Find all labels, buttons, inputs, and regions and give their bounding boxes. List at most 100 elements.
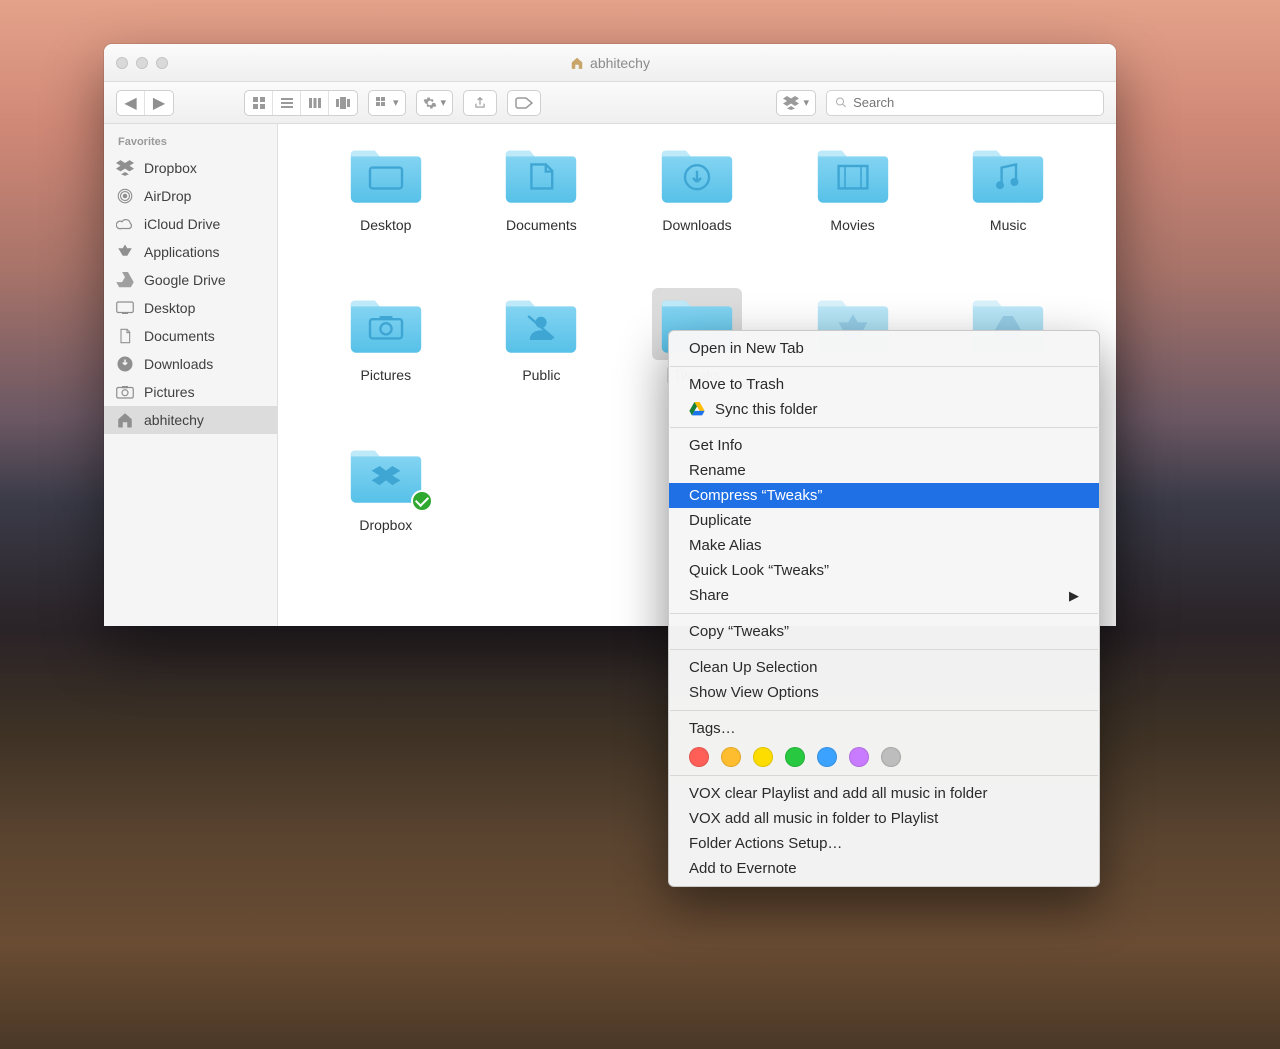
- tag-dot[interactable]: [881, 747, 901, 767]
- coverflow-view-button[interactable]: [329, 91, 357, 115]
- menu-item-label: Clean Up Selection: [689, 659, 817, 676]
- menu-item-copy-tweaks[interactable]: Copy “Tweaks”: [669, 619, 1099, 644]
- share-button[interactable]: [463, 90, 497, 116]
- documents-icon: [116, 327, 134, 345]
- menu-item-sync-this-folder[interactable]: Sync this folder: [669, 397, 1099, 422]
- menu-item-label: Tags…: [689, 720, 736, 737]
- tag-dot[interactable]: [817, 747, 837, 767]
- menu-item-share[interactable]: Share▶: [669, 583, 1099, 608]
- menu-item-compress-tweaks[interactable]: Compress “Tweaks”: [669, 483, 1099, 508]
- folder-downloads[interactable]: Downloads: [619, 138, 775, 288]
- folder-icon: [341, 288, 431, 360]
- back-button[interactable]: ◀: [117, 91, 145, 115]
- sidebar-item-label: abhitechy: [144, 412, 204, 428]
- folder-icon: [652, 138, 742, 210]
- traffic-lights: [116, 57, 168, 69]
- menu-item-make-alias[interactable]: Make Alias: [669, 533, 1099, 558]
- arrange-button[interactable]: ▾: [368, 90, 406, 116]
- menu-item-label: Make Alias: [689, 537, 762, 554]
- titlebar[interactable]: abhitechy: [104, 44, 1116, 82]
- menu-separator: [670, 710, 1098, 711]
- menu-item-show-view-options[interactable]: Show View Options: [669, 680, 1099, 705]
- search-input[interactable]: [853, 95, 1095, 110]
- sync-badge-icon: [411, 490, 433, 512]
- menu-item-label: Sync this folder: [715, 401, 818, 418]
- tags-button[interactable]: [507, 90, 541, 116]
- sidebar-item-label: Pictures: [144, 384, 195, 400]
- menu-item-open-in-new-tab[interactable]: Open in New Tab: [669, 336, 1099, 361]
- sidebar-item-icloud-drive[interactable]: iCloud Drive: [104, 210, 277, 238]
- menu-item-clean-up-selection[interactable]: Clean Up Selection: [669, 655, 1099, 680]
- tag-dot[interactable]: [689, 747, 709, 767]
- folder-icon: [341, 438, 431, 510]
- sidebar-item-downloads[interactable]: Downloads: [104, 350, 277, 378]
- zoom-window-button[interactable]: [156, 57, 168, 69]
- sidebar-item-label: Documents: [144, 328, 215, 344]
- tag-dot[interactable]: [753, 747, 773, 767]
- menu-item-label: Show View Options: [689, 684, 819, 701]
- folder-music[interactable]: Music: [930, 138, 1086, 288]
- menu-item-get-info[interactable]: Get Info: [669, 433, 1099, 458]
- folder-documents[interactable]: Documents: [464, 138, 620, 288]
- sidebar-item-pictures[interactable]: Pictures: [104, 378, 277, 406]
- tag-dot[interactable]: [721, 747, 741, 767]
- menu-separator: [670, 427, 1098, 428]
- sidebar-item-google-drive[interactable]: Google Drive: [104, 266, 277, 294]
- folder-icon: [496, 138, 586, 210]
- folder-pictures[interactable]: Pictures: [308, 288, 464, 438]
- folder-desktop[interactable]: Desktop: [308, 138, 464, 288]
- menu-separator: [670, 775, 1098, 776]
- menu-item-duplicate[interactable]: Duplicate: [669, 508, 1099, 533]
- folder-label: Music: [984, 216, 1033, 234]
- sidebar-item-label: Applications: [144, 244, 220, 260]
- menu-item-vox-add-all-music-in-folder-to-playlist[interactable]: VOX add all music in folder to Playlist: [669, 806, 1099, 831]
- icon-view-button[interactable]: [245, 91, 273, 115]
- menu-item-label: Rename: [689, 462, 746, 479]
- menu-item-label: Open in New Tab: [689, 340, 804, 357]
- close-window-button[interactable]: [116, 57, 128, 69]
- menu-item-vox-clear-playlist-and-add-all-music-in-folder[interactable]: VOX clear Playlist and add all music in …: [669, 781, 1099, 806]
- search-field[interactable]: [826, 90, 1104, 116]
- sidebar-item-desktop[interactable]: Desktop: [104, 294, 277, 322]
- menu-item-label: Copy “Tweaks”: [689, 623, 789, 640]
- sidebar: Favorites DropboxAirDropiCloud DriveAppl…: [104, 124, 278, 626]
- menu-separator: [670, 366, 1098, 367]
- folder-dropbox[interactable]: Dropbox: [308, 438, 464, 588]
- list-view-button[interactable]: [273, 91, 301, 115]
- view-switcher: [244, 90, 358, 116]
- folder-icon: [963, 138, 1053, 210]
- menu-item-quick-look-tweaks[interactable]: Quick Look “Tweaks”: [669, 558, 1099, 583]
- menu-item-label: VOX clear Playlist and add all music in …: [689, 785, 987, 802]
- sidebar-item-documents[interactable]: Documents: [104, 322, 277, 350]
- cloud-icon: [116, 215, 134, 233]
- menu-item-folder-actions-setup[interactable]: Folder Actions Setup…: [669, 831, 1099, 856]
- dropbox-toolbar-button[interactable]: ▾: [776, 90, 816, 116]
- folder-icon: [341, 138, 431, 210]
- tag-dot[interactable]: [785, 747, 805, 767]
- sidebar-item-airdrop[interactable]: AirDrop: [104, 182, 277, 210]
- forward-button[interactable]: ▶: [145, 91, 173, 115]
- sidebar-item-dropbox[interactable]: Dropbox: [104, 154, 277, 182]
- folder-label: Movies: [824, 216, 880, 234]
- sidebar-item-applications[interactable]: Applications: [104, 238, 277, 266]
- column-view-button[interactable]: [301, 91, 329, 115]
- context-menu: Open in New Tab Move to Trash Sync this fo…: [668, 330, 1100, 887]
- sidebar-item-label: Downloads: [144, 356, 213, 372]
- folder-public[interactable]: Public: [464, 288, 620, 438]
- sidebar-item-abhitechy[interactable]: abhitechy: [104, 406, 277, 434]
- menu-item-label: Quick Look “Tweaks”: [689, 562, 829, 579]
- folder-label: Documents: [500, 216, 583, 234]
- folder-movies[interactable]: Movies: [775, 138, 931, 288]
- menu-item-label: Compress “Tweaks”: [689, 487, 822, 504]
- menu-item-rename[interactable]: Rename: [669, 458, 1099, 483]
- folder-icon: [496, 288, 586, 360]
- menu-item-tags[interactable]: Tags…: [669, 716, 1099, 741]
- window-title-text: abhitechy: [590, 55, 650, 71]
- menu-item-move-to-trash[interactable]: Move to Trash: [669, 372, 1099, 397]
- toolbar: ◀ ▶ ▾ ▾ ▾: [104, 82, 1116, 124]
- action-button[interactable]: ▾: [416, 90, 454, 116]
- minimize-window-button[interactable]: [136, 57, 148, 69]
- menu-item-label: Get Info: [689, 437, 742, 454]
- tag-dot[interactable]: [849, 747, 869, 767]
- menu-item-add-to-evernote[interactable]: Add to Evernote: [669, 856, 1099, 881]
